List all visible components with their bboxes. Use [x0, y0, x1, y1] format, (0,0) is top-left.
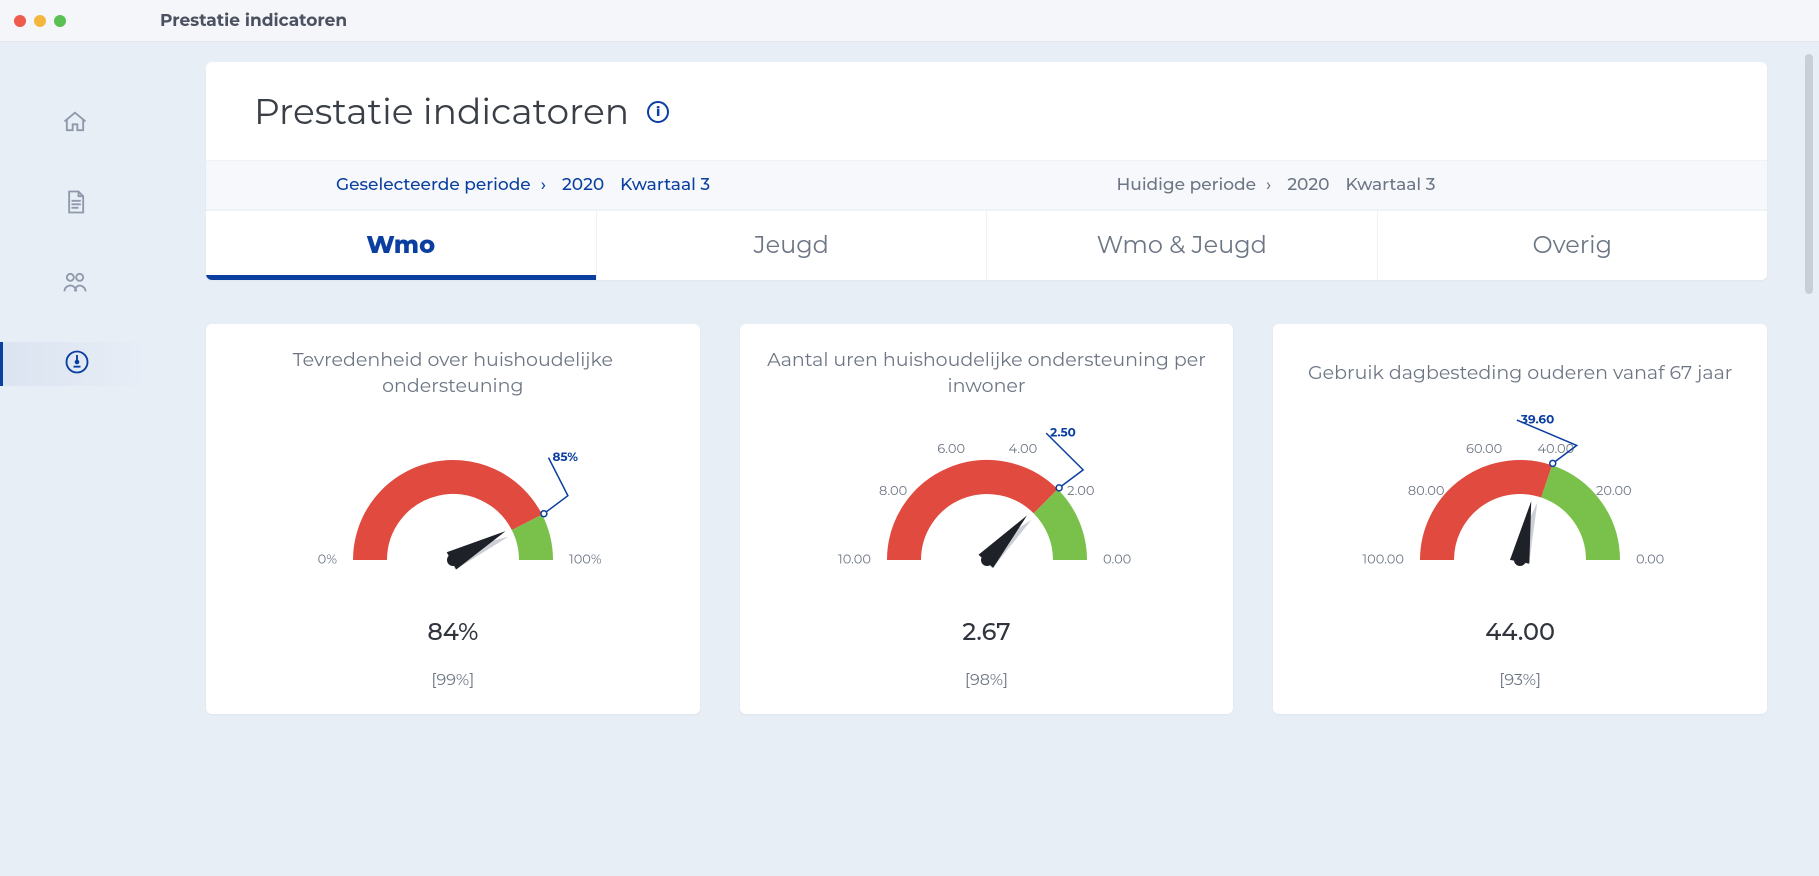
- gauge-wrap: 0% 100% 85%: [293, 410, 613, 610]
- svg-text:2.50: 2.50: [1050, 425, 1076, 440]
- kpi-card-title: Gebruik dagbesteding ouderen vanaf 67 ja…: [1308, 346, 1732, 400]
- chevron-right-icon: ›: [541, 175, 546, 195]
- svg-text:39.60: 39.60: [1520, 412, 1554, 427]
- svg-text:100.00: 100.00: [1363, 551, 1405, 567]
- document-icon: [61, 188, 89, 221]
- svg-text:60.00: 60.00: [1466, 441, 1502, 457]
- chevron-right-icon: ›: [1266, 175, 1271, 195]
- scrollbar-thumb[interactable]: [1805, 54, 1813, 294]
- sidebar-item-people[interactable]: [0, 262, 150, 306]
- kpi-value: 44.00: [1485, 618, 1555, 647]
- gauge-icon: [63, 348, 91, 381]
- gauge-chart: 0.00 20.00 40.00 60.00 80.00 100.00 39.60: [1360, 410, 1680, 610]
- main-content: Prestatie indicatoren i Geselecteerde pe…: [150, 42, 1819, 876]
- tab-wmo[interactable]: Wmo: [206, 211, 597, 280]
- kpi-card: Tevredenheid over huishoudelijke onderst…: [206, 324, 700, 714]
- gauge-wrap: 0.00 20.00 40.00 60.00 80.00 100.00 39.60: [1360, 410, 1680, 610]
- kpi-confidence: [98%]: [965, 671, 1008, 690]
- window-title: Prestatie indicatoren: [160, 11, 347, 31]
- kpi-value: 84%: [427, 618, 478, 647]
- home-icon: [61, 108, 89, 141]
- current-period: Huidige periode › 2020 Kwartaal 3: [987, 161, 1768, 209]
- sidebar-item-kpi[interactable]: [0, 342, 150, 386]
- kpi-card: Aantal uren huishoudelijke ondersteuning…: [740, 324, 1234, 714]
- kpi-card-title: Tevredenheid over huishoudelijke onderst…: [230, 346, 676, 400]
- category-tabs: Wmo Jeugd Wmo & Jeugd Overig: [206, 210, 1767, 280]
- selected-period-quarter: Kwartaal 3: [620, 175, 710, 195]
- svg-text:2.00: 2.00: [1067, 483, 1094, 499]
- hero-header: Prestatie indicatoren i: [206, 62, 1767, 160]
- sidebar: [0, 42, 150, 876]
- kpi-card: Gebruik dagbesteding ouderen vanaf 67 ja…: [1273, 324, 1767, 714]
- close-window-button[interactable]: [14, 15, 26, 27]
- svg-text:100%: 100%: [569, 551, 602, 567]
- window-controls: [14, 15, 66, 27]
- page-title: Prestatie indicatoren: [254, 90, 629, 134]
- titlebar: Prestatie indicatoren: [0, 0, 1819, 42]
- tab-overig[interactable]: Overig: [1378, 211, 1768, 280]
- kpi-card-title: Aantal uren huishoudelijke ondersteuning…: [764, 346, 1210, 400]
- svg-text:8.00: 8.00: [879, 483, 907, 499]
- svg-text:0.00: 0.00: [1636, 551, 1664, 567]
- svg-text:20.00: 20.00: [1596, 483, 1632, 499]
- tab-wmo-jeugd[interactable]: Wmo & Jeugd: [987, 211, 1378, 280]
- svg-text:4.00: 4.00: [1008, 441, 1037, 457]
- info-icon[interactable]: i: [647, 101, 669, 123]
- selected-period[interactable]: Geselecteerde periode › 2020 Kwartaal 3: [206, 161, 987, 209]
- hero-panel: Prestatie indicatoren i Geselecteerde pe…: [206, 62, 1767, 280]
- people-icon: [61, 268, 89, 301]
- sidebar-nav: [0, 102, 150, 386]
- maximize-window-button[interactable]: [54, 15, 66, 27]
- sidebar-item-documents[interactable]: [0, 182, 150, 226]
- kpi-confidence: [99%]: [431, 671, 474, 690]
- minimize-window-button[interactable]: [34, 15, 46, 27]
- svg-text:40.00: 40.00: [1538, 441, 1575, 457]
- period-row: Geselecteerde periode › 2020 Kwartaal 3 …: [206, 160, 1767, 210]
- svg-text:80.00: 80.00: [1408, 483, 1445, 499]
- current-period-year: 2020: [1287, 175, 1329, 195]
- kpi-confidence: [93%]: [1499, 671, 1541, 690]
- selected-period-label: Geselecteerde periode ›: [336, 175, 546, 195]
- tab-jeugd[interactable]: Jeugd: [597, 211, 988, 280]
- current-period-quarter: Kwartaal 3: [1345, 175, 1435, 195]
- kpi-value: 2.67: [962, 618, 1010, 647]
- svg-text:0.00: 0.00: [1103, 551, 1131, 567]
- gauge-chart: 0% 100% 85%: [293, 410, 613, 610]
- svg-text:85%: 85%: [552, 450, 578, 465]
- gauge-chart: 0.00 2.00 4.00 6.00 8.00 10.00 2.50: [827, 410, 1147, 610]
- sidebar-item-home[interactable]: [0, 102, 150, 146]
- svg-text:6.00: 6.00: [937, 441, 965, 457]
- svg-text:10.00: 10.00: [838, 551, 871, 567]
- kpi-cards: Tevredenheid over huishoudelijke onderst…: [206, 324, 1767, 714]
- selected-period-year: 2020: [562, 175, 604, 195]
- svg-text:0%: 0%: [317, 551, 337, 567]
- current-period-label: Huidige periode ›: [1117, 175, 1272, 195]
- gauge-wrap: 0.00 2.00 4.00 6.00 8.00 10.00 2.50: [827, 410, 1147, 610]
